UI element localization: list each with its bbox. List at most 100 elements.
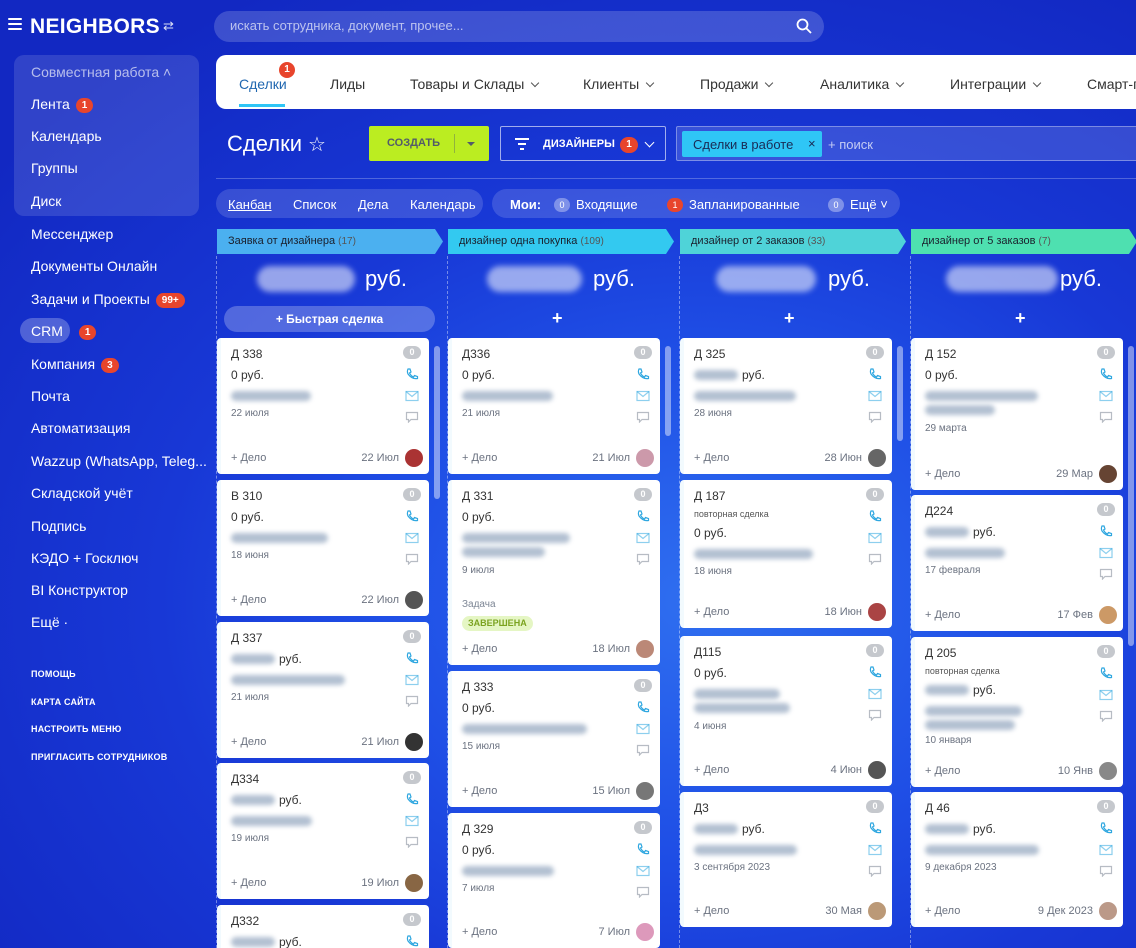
tab-leads[interactable]: Лиды: [330, 76, 365, 92]
sidebar-item-automation[interactable]: Автоматизация: [31, 420, 130, 436]
mail-icon[interactable]: [1099, 547, 1113, 559]
mail-icon[interactable]: [1099, 689, 1113, 701]
phone-icon[interactable]: [1099, 822, 1113, 834]
comment-icon[interactable]: [636, 886, 650, 898]
menu-icon[interactable]: [8, 18, 22, 30]
star-icon[interactable]: ☆: [308, 132, 326, 157]
avatar[interactable]: [636, 640, 654, 658]
column-scrollbar[interactable]: [897, 346, 903, 441]
sidebar-item-messenger[interactable]: Мессенджер: [31, 226, 113, 242]
add-activity-link[interactable]: + Дело: [694, 452, 729, 464]
deal-card[interactable]: Д332 0 руб.: [217, 905, 429, 948]
deal-title[interactable]: Д 338: [231, 347, 262, 361]
mail-icon[interactable]: [405, 532, 419, 544]
deal-card[interactable]: Д115 0 0 руб. 4 июня + Дело 4 Июн: [680, 636, 892, 786]
deal-card[interactable]: Д 187 0 повторная сделка 0 руб. 18 июня + Дел…: [680, 480, 892, 628]
sidebar-item-groups[interactable]: Группы: [31, 160, 78, 176]
add-activity-link[interactable]: + Дело: [925, 765, 960, 777]
comment-icon[interactable]: [636, 744, 650, 756]
deal-title[interactable]: Д 329: [462, 822, 493, 836]
deal-title[interactable]: В 310: [231, 489, 262, 503]
deal-title[interactable]: Д 325: [694, 347, 725, 361]
comment-icon[interactable]: [405, 836, 419, 848]
add-deal-plus-icon[interactable]: +: [1015, 308, 1026, 329]
add-deal-plus-icon[interactable]: +: [552, 308, 563, 329]
comment-icon[interactable]: [868, 411, 882, 423]
avatar[interactable]: [1099, 762, 1117, 780]
app-logo[interactable]: NEIGHBORS: [30, 15, 160, 39]
sidebar-item-bi[interactable]: BI Конструктор: [31, 582, 128, 598]
sidebar-item-disk[interactable]: Диск: [31, 193, 61, 209]
phone-icon[interactable]: [405, 935, 419, 947]
tab-sales[interactable]: Продажи: [700, 76, 774, 92]
filter-designers-button[interactable]: ДИЗАЙНЕРЫ 1: [500, 126, 666, 161]
comment-icon[interactable]: [1099, 710, 1113, 722]
phone-icon[interactable]: [405, 368, 419, 380]
sidebar-item-calendar[interactable]: Календарь: [31, 128, 102, 144]
tab-analytics[interactable]: Аналитика: [820, 76, 905, 92]
phone-icon[interactable]: [405, 652, 419, 664]
sidebar-item-sign[interactable]: Подпись: [31, 518, 86, 534]
search-icon[interactable]: [796, 18, 812, 34]
sidebar-item-more[interactable]: Ещё ·: [31, 614, 68, 630]
phone-icon[interactable]: [636, 368, 650, 380]
comment-icon[interactable]: [1099, 568, 1113, 580]
avatar[interactable]: [405, 449, 423, 467]
deal-title[interactable]: Д 333: [462, 680, 493, 694]
phone-icon[interactable]: [636, 843, 650, 855]
deal-title[interactable]: Д 337: [231, 631, 262, 645]
search-input[interactable]: [230, 18, 770, 33]
avatar[interactable]: [405, 591, 423, 609]
phone-icon[interactable]: [405, 510, 419, 522]
deal-title[interactable]: Д336: [462, 347, 490, 361]
close-icon[interactable]: ×: [808, 136, 816, 151]
add-activity-link[interactable]: + Дело: [231, 736, 266, 748]
avatar[interactable]: [1099, 902, 1117, 920]
mail-icon[interactable]: [636, 865, 650, 877]
comment-icon[interactable]: [405, 411, 419, 423]
add-activity-link[interactable]: + Дело: [231, 594, 266, 606]
deal-title[interactable]: Д224: [925, 504, 953, 518]
deal-title[interactable]: Д 205: [925, 646, 956, 660]
sidebar-item-crm[interactable]: CRM 1: [31, 323, 97, 340]
sidebar-group-header[interactable]: Совместная работа ˄: [31, 64, 171, 80]
sidebar-item-kedo[interactable]: КЭДО + Госключ: [31, 550, 138, 566]
comment-icon[interactable]: [1099, 865, 1113, 877]
add-activity-link[interactable]: + Дело: [694, 764, 729, 776]
phone-icon[interactable]: [868, 822, 882, 834]
help-link[interactable]: ПОМОЩЬ: [31, 669, 76, 679]
quick-deal-button[interactable]: + Быстрая сделка: [224, 306, 435, 332]
phone-icon[interactable]: [868, 666, 882, 678]
sidebar-item-company[interactable]: Компания 3: [31, 356, 119, 373]
deal-title[interactable]: Д 187: [694, 489, 725, 503]
comment-icon[interactable]: [636, 553, 650, 565]
filter-search-bar[interactable]: Сделки в работе × + поиск: [676, 126, 1136, 161]
sidebar-item-docs[interactable]: Документы Онлайн: [31, 258, 157, 274]
avatar[interactable]: [1099, 606, 1117, 624]
mail-icon[interactable]: [405, 390, 419, 402]
deal-card[interactable]: Д 329 0 0 руб. 7 июля + Дело 7 Июл: [448, 813, 660, 948]
avatar[interactable]: [868, 603, 886, 621]
deal-card[interactable]: Д 205 0 повторная сделка руб. 10 января + Дел…: [911, 637, 1123, 787]
comment-icon[interactable]: [1099, 411, 1113, 423]
sidebar-item-warehouse[interactable]: Складской учёт: [31, 485, 133, 501]
mail-icon[interactable]: [868, 532, 882, 544]
avatar[interactable]: [636, 449, 654, 467]
avatar[interactable]: [636, 782, 654, 800]
view-calendar[interactable]: Календарь: [410, 197, 476, 212]
sitemap-link[interactable]: КАРТА САЙТА: [31, 697, 96, 707]
deal-card[interactable]: Д3 0 руб. 3 сентября 2023 + Дело 30 Мая: [680, 792, 892, 927]
more-filter[interactable]: 0 Ещё ˅: [828, 197, 888, 212]
avatar[interactable]: [405, 733, 423, 751]
filter-chip[interactable]: Сделки в работе ×: [682, 131, 822, 157]
add-activity-link[interactable]: + Дело: [462, 785, 497, 797]
dropdown-arrow-icon[interactable]: [467, 142, 475, 146]
deal-title[interactable]: Д332: [231, 914, 259, 928]
phone-icon[interactable]: [405, 793, 419, 805]
mail-icon[interactable]: [636, 532, 650, 544]
add-deal-plus-icon[interactable]: +: [784, 308, 795, 329]
deal-title[interactable]: Д 331: [462, 489, 493, 503]
mail-icon[interactable]: [868, 844, 882, 856]
filter-search-placeholder[interactable]: + поиск: [828, 137, 873, 152]
sidebar-item-mail[interactable]: Почта: [31, 388, 70, 404]
